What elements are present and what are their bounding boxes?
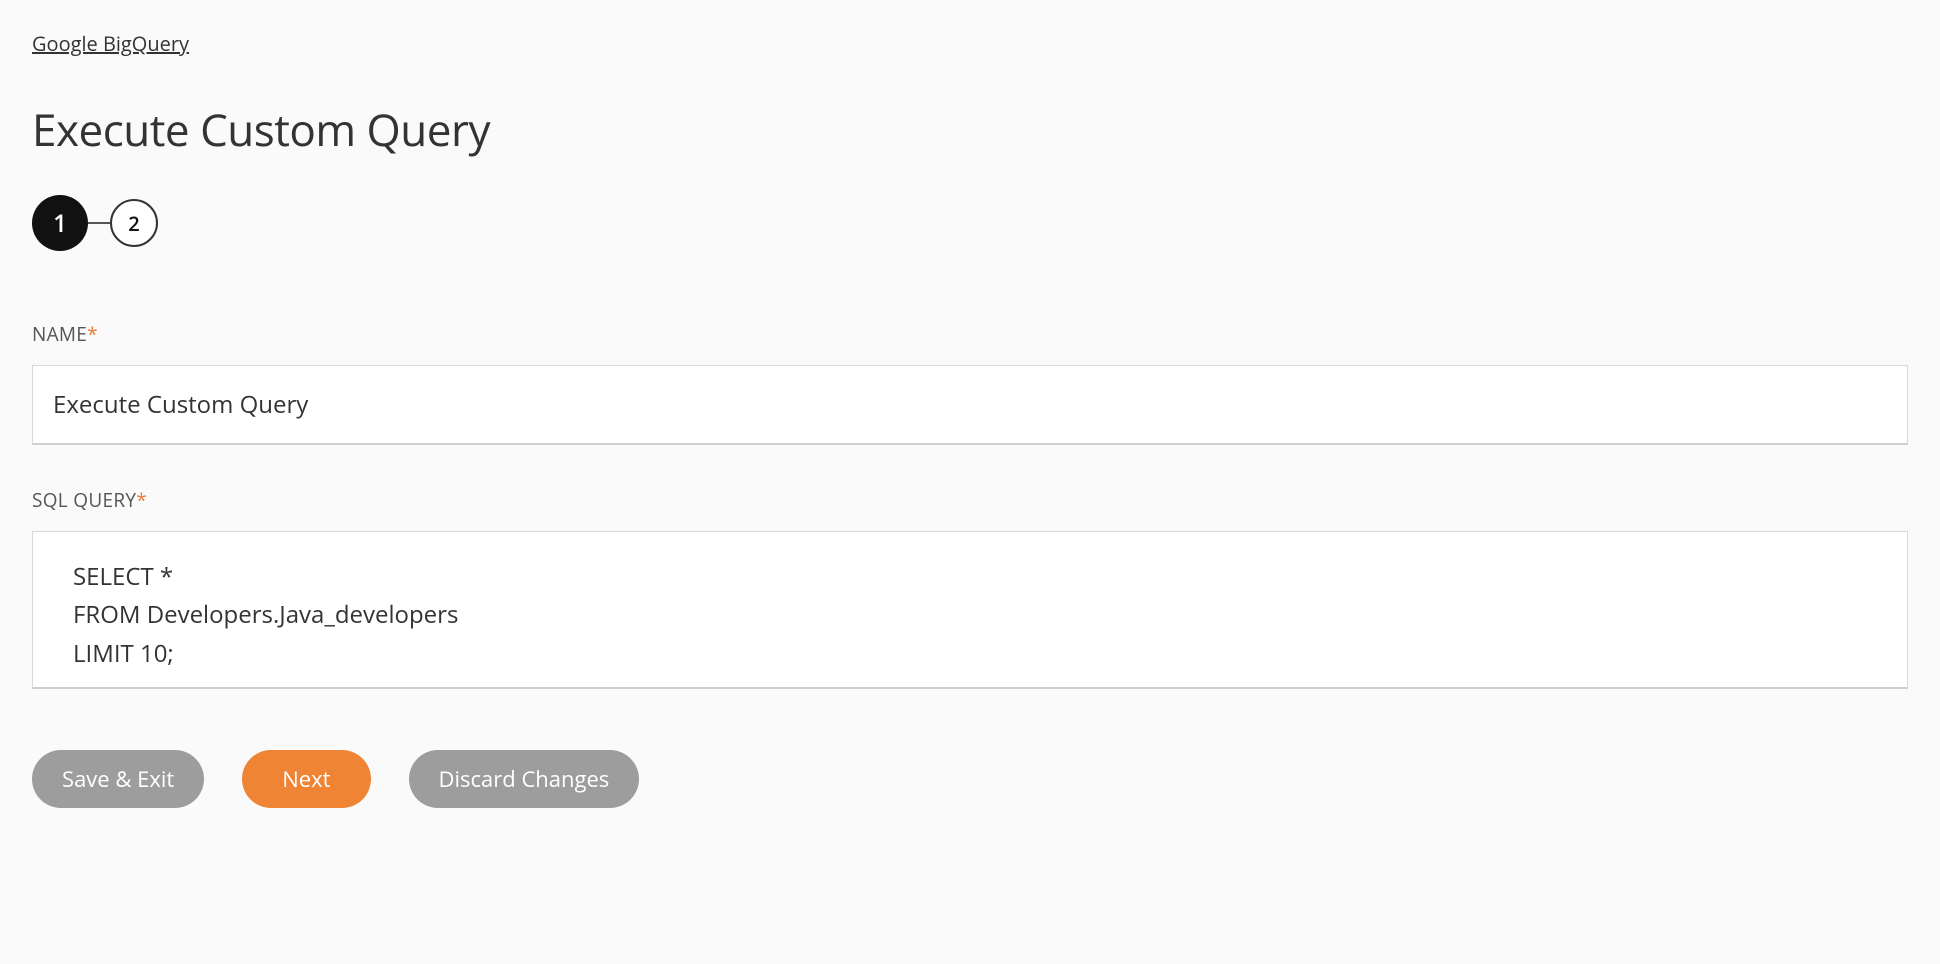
- button-bar: Save & Exit Next Discard Changes: [32, 750, 1908, 808]
- required-mark: *: [87, 321, 98, 347]
- form-group-sql: SQL QUERY*: [32, 487, 1908, 694]
- page-title: Execute Custom Query: [32, 99, 1908, 159]
- sql-label-text: SQL QUERY: [32, 487, 136, 513]
- next-button[interactable]: Next: [242, 750, 370, 808]
- step-connector: [88, 222, 110, 224]
- form-group-name: NAME*: [32, 321, 1908, 445]
- stepper: 1 2: [32, 195, 1908, 251]
- step-2[interactable]: 2: [110, 199, 158, 247]
- step-1[interactable]: 1: [32, 195, 88, 251]
- name-label-text: NAME: [32, 321, 87, 347]
- breadcrumb-link[interactable]: Google BigQuery: [32, 30, 189, 57]
- name-input[interactable]: [32, 365, 1908, 445]
- required-mark: *: [136, 487, 147, 513]
- name-label: NAME*: [32, 321, 1908, 347]
- sql-label: SQL QUERY*: [32, 487, 1908, 513]
- discard-changes-button[interactable]: Discard Changes: [409, 750, 640, 808]
- save-exit-button[interactable]: Save & Exit: [32, 750, 204, 808]
- sql-query-input[interactable]: [32, 531, 1908, 689]
